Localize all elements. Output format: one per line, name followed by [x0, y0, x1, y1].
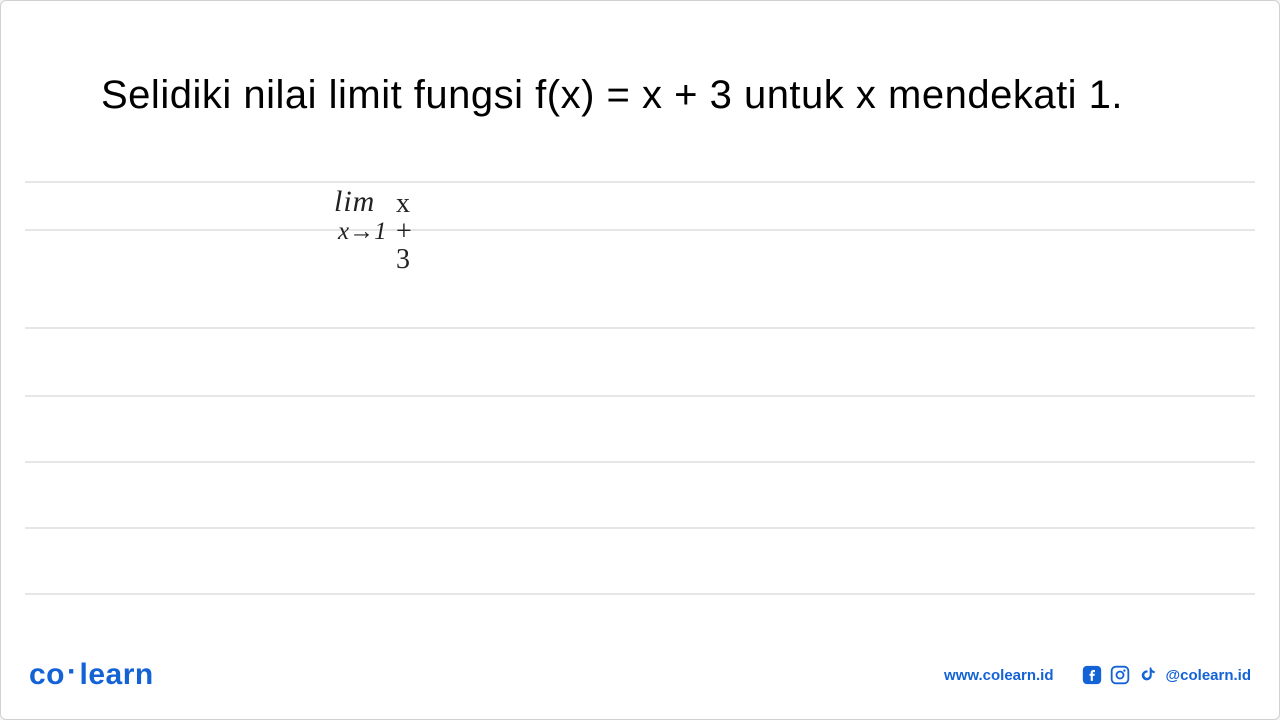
- website-link[interactable]: www.colearn.id: [944, 667, 1053, 684]
- limit-condition: x→1: [338, 219, 387, 244]
- slide-footer: co·learn www.colearn.id @colearn.id: [29, 655, 1251, 695]
- rule-line: [25, 181, 1255, 183]
- social-handle[interactable]: @colearn.id: [1166, 667, 1251, 684]
- social-icons-group: @colearn.id: [1082, 665, 1251, 685]
- instagram-icon[interactable]: [1110, 665, 1130, 685]
- limit-label: lim: [334, 187, 387, 217]
- rule-line: [25, 395, 1255, 397]
- question-text: Selidiki nilai limit fungsi f(x) = x + 3…: [101, 73, 1179, 118]
- brand-part-learn: learn: [80, 658, 154, 691]
- rule-line: [25, 527, 1255, 529]
- handwritten-work: lim x→1 x + 3: [334, 187, 387, 244]
- limit-expression: x + 3: [396, 190, 412, 274]
- rule-line: [25, 229, 1255, 231]
- rule-line: [25, 327, 1255, 329]
- tiktok-icon[interactable]: [1138, 665, 1158, 685]
- ruled-paper-area: [25, 181, 1255, 639]
- rule-line: [25, 461, 1255, 463]
- brand-logo: co·learn: [29, 658, 154, 692]
- lesson-slide: Selidiki nilai limit fungsi f(x) = x + 3…: [0, 0, 1280, 720]
- rule-line: [25, 593, 1255, 595]
- footer-right-group: www.colearn.id @colearn.id: [944, 665, 1251, 685]
- brand-part-co: co: [29, 658, 65, 691]
- brand-dot-icon: ·: [65, 655, 80, 688]
- facebook-icon[interactable]: [1082, 665, 1102, 685]
